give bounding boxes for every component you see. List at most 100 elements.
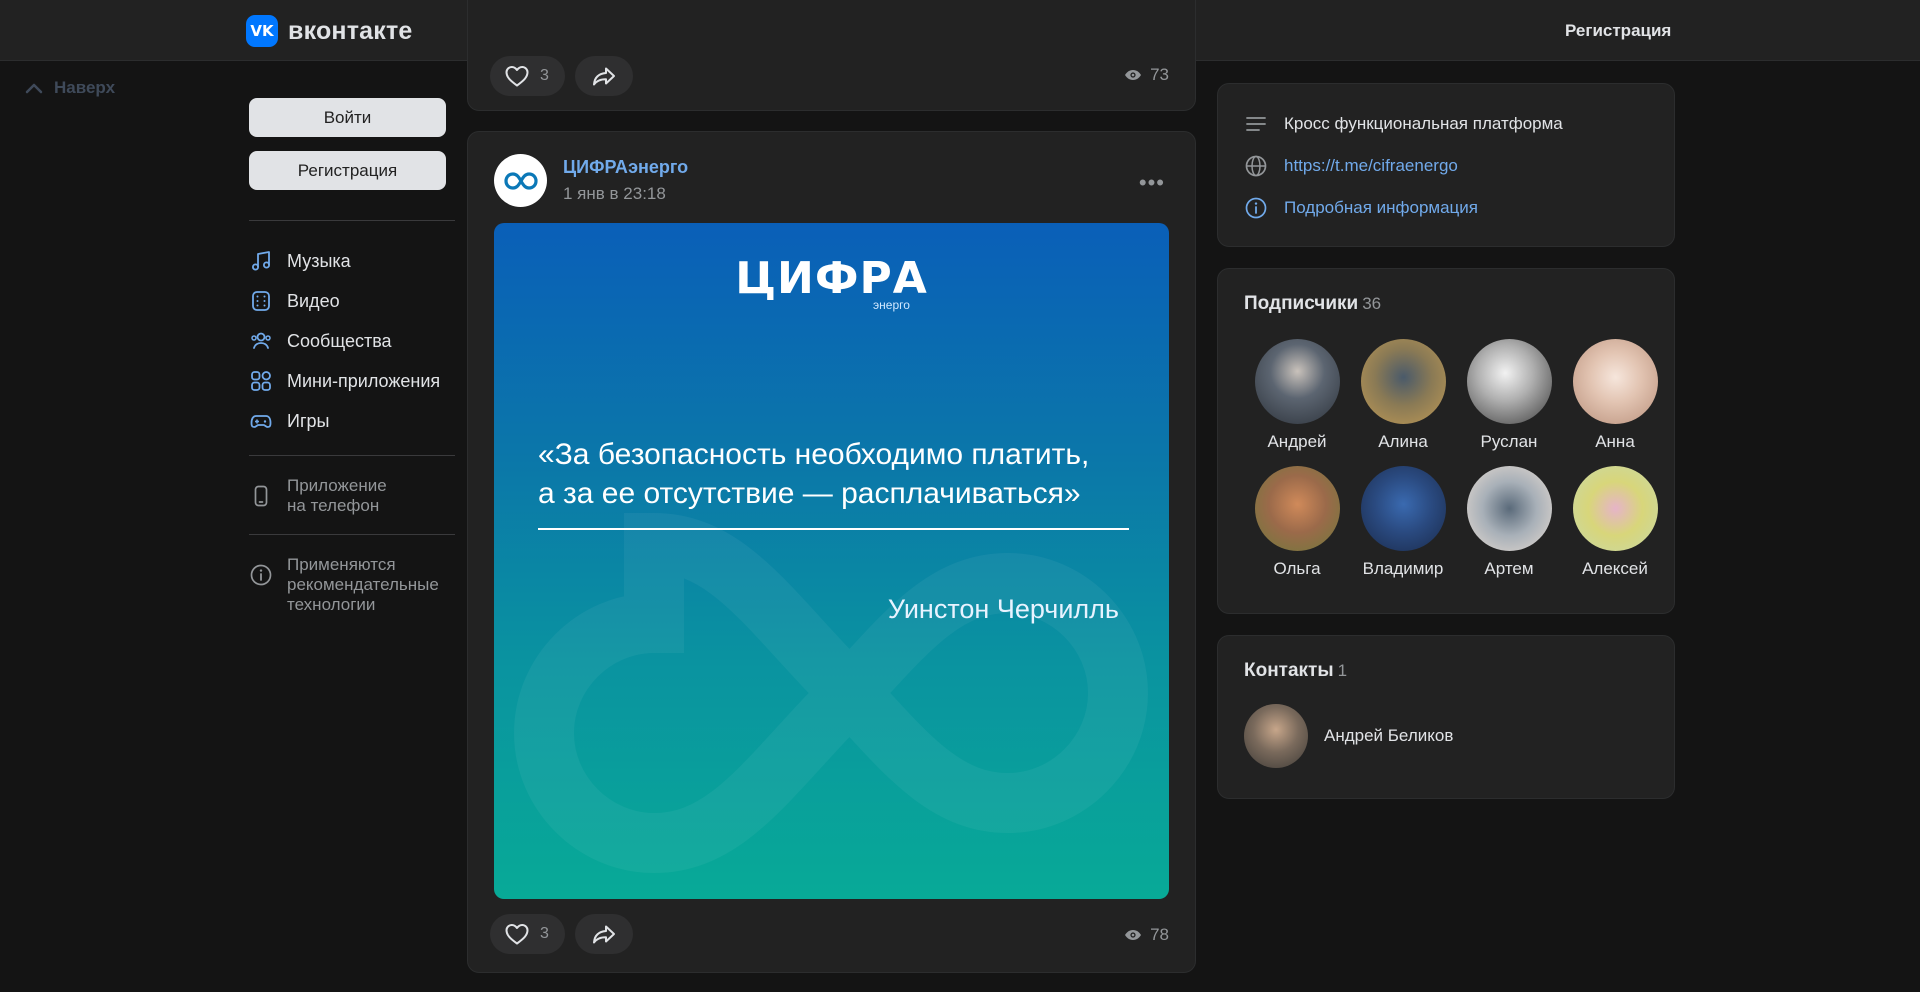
- image-quote: «За безопасность необходимо платить, а з…: [538, 435, 1138, 513]
- image-logo-subtext: энерго: [873, 298, 910, 312]
- heart-icon: [505, 66, 529, 87]
- sidebar-divider: [249, 534, 455, 535]
- group-description: Кросс функциональная платформа: [1284, 114, 1563, 133]
- contact-avatar[interactable]: [1244, 704, 1308, 768]
- sidebar-item-video[interactable]: Видео: [249, 281, 455, 321]
- share-icon: [592, 67, 615, 86]
- logo-text: вконтакте: [288, 16, 413, 45]
- view-count: 78: [1150, 925, 1169, 944]
- mobile-app-link[interactable]: Приложение на телефон: [249, 476, 455, 516]
- subscriber-avatar[interactable]: [1466, 339, 1552, 424]
- sidebar-item-label: Видео: [287, 290, 340, 311]
- group-info-card: Кросс функциональная платформа https://t…: [1217, 83, 1675, 247]
- group-description-row: Кросс функциональная платформа: [1244, 103, 1648, 145]
- heart-icon: [505, 924, 529, 945]
- sidebar-item-mini-apps[interactable]: Мини-приложения: [249, 361, 455, 401]
- contacts-count: 1: [1337, 661, 1348, 680]
- subscriber-item[interactable]: Алина: [1350, 339, 1456, 452]
- subscribers-card: Подписчики 36 Андрей Алина Руслан Анна Ол…: [1217, 268, 1675, 614]
- group-link-row[interactable]: https://t.me/cifraenergo: [1244, 145, 1648, 187]
- eye-icon: [1125, 70, 1142, 80]
- group-details-row[interactable]: Подробная информация: [1244, 187, 1648, 229]
- chevron-up-icon: [25, 83, 43, 94]
- left-sidebar: Войти Регистрация Музыка Видео Сообществ…: [249, 98, 455, 615]
- subscriber-avatar[interactable]: [1254, 466, 1340, 551]
- subscriber-item[interactable]: Андрей: [1244, 339, 1350, 452]
- group-website-link[interactable]: https://t.me/cifraenergo: [1284, 156, 1458, 176]
- share-icon: [592, 925, 615, 944]
- share-button[interactable]: [574, 914, 633, 954]
- subscriber-name: Андрей: [1267, 432, 1327, 451]
- contact-item[interactable]: Андрей Беликов: [1244, 704, 1648, 768]
- mini-apps-icon: [251, 371, 271, 391]
- contacts-header[interactable]: Контакты 1: [1244, 660, 1648, 682]
- games-icon: [250, 415, 272, 428]
- previous-post-card: 3 73: [467, 0, 1196, 111]
- author-avatar[interactable]: [494, 154, 547, 207]
- subscriber-item[interactable]: Артем: [1456, 466, 1562, 579]
- subscribers-grid: Андрей Алина Руслан Анна Ольга Владимир …: [1244, 339, 1658, 579]
- sidebar-divider: [249, 220, 455, 221]
- subscriber-avatar[interactable]: [1572, 339, 1658, 424]
- subscriber-avatar[interactable]: [1466, 466, 1552, 551]
- view-count: 73: [1150, 65, 1169, 84]
- subscriber-avatar[interactable]: [1360, 339, 1446, 424]
- like-button[interactable]: 3: [490, 914, 565, 954]
- sidebar-item-label: Сообщества: [287, 330, 392, 351]
- login-button[interactable]: Войти: [249, 98, 446, 137]
- subscriber-item[interactable]: Владимир: [1350, 466, 1456, 579]
- quote-line-1: «За безопасность необходимо платить,: [538, 438, 1090, 471]
- recommendation-tech-note[interactable]: Применяются рекомендательные технологии: [249, 555, 455, 615]
- sidebar-nav: Музыка Видео Сообщества Мини-приложения …: [249, 241, 455, 441]
- post-image[interactable]: ЦИФРА энерго «За безопасность необходимо…: [494, 223, 1169, 899]
- post-author[interactable]: ЦИФРАэнерго 1 янв в 23:18: [494, 154, 688, 207]
- view-counter: 78: [1124, 925, 1169, 945]
- image-brand-logo: ЦИФРА энерго: [494, 253, 1169, 312]
- subscriber-name: Артем: [1484, 559, 1534, 578]
- rec-note-line2: рекомендательные: [287, 575, 439, 594]
- subscribers-count: 36: [1362, 294, 1382, 313]
- group-details-link[interactable]: Подробная информация: [1284, 198, 1478, 218]
- subscriber-name: Алина: [1378, 432, 1428, 451]
- video-icon: [252, 291, 270, 311]
- subscribers-header[interactable]: Подписчики 36: [1244, 293, 1648, 315]
- previous-post-actions: 3: [490, 56, 633, 96]
- subscriber-item[interactable]: Анна: [1562, 339, 1668, 452]
- like-count: 3: [540, 925, 549, 942]
- eye-icon: [1125, 930, 1142, 940]
- subscriber-item[interactable]: Ольга: [1244, 466, 1350, 579]
- mobile-app-label-line2: на телефон: [287, 496, 380, 515]
- contacts-card: Контакты 1 Андрей Беликов: [1217, 635, 1675, 799]
- subscriber-item[interactable]: Руслан: [1456, 339, 1562, 452]
- communities-icon: [251, 332, 271, 349]
- register-button[interactable]: Регистрация: [249, 151, 446, 190]
- vk-logo[interactable]: VK вконтакте: [246, 15, 413, 47]
- post-card: ЦИФРАэнерго 1 янв в 23:18 ••• ЦИФРА энер…: [467, 131, 1196, 973]
- quote-divider: [538, 528, 1129, 530]
- rec-note-line3: технологии: [287, 595, 376, 614]
- scroll-to-top-link[interactable]: Наверх: [24, 78, 115, 98]
- like-button[interactable]: 3: [490, 56, 565, 96]
- contact-name[interactable]: Андрей Беликов: [1324, 726, 1453, 746]
- subscriber-name: Руслан: [1480, 432, 1538, 451]
- sidebar-item-communities[interactable]: Сообщества: [249, 321, 455, 361]
- image-logo-text: ЦИФРА: [735, 253, 928, 304]
- subscriber-avatar[interactable]: [1572, 466, 1658, 551]
- info-icon: [250, 564, 272, 586]
- subscribers-title: Подписчики: [1244, 293, 1359, 314]
- sidebar-item-label: Мини-приложения: [287, 370, 441, 391]
- contacts-title: Контакты: [1244, 660, 1334, 681]
- sidebar-item-games[interactable]: Игры: [249, 401, 455, 441]
- sidebar-item-label: Музыка: [287, 250, 351, 271]
- subscriber-item[interactable]: Алексей: [1562, 466, 1668, 579]
- post-more-button[interactable]: •••: [1139, 170, 1165, 196]
- post-date[interactable]: 1 янв в 23:18: [563, 184, 688, 204]
- subscriber-avatar[interactable]: [1360, 466, 1446, 551]
- sidebar-item-label: Игры: [287, 410, 330, 431]
- subscriber-avatar[interactable]: [1254, 339, 1340, 424]
- header-register-link[interactable]: Регистрация: [1565, 21, 1671, 41]
- vk-logo-icon: VK: [246, 15, 278, 47]
- share-button[interactable]: [574, 56, 633, 96]
- author-name-link[interactable]: ЦИФРАэнерго: [563, 157, 688, 178]
- sidebar-item-music[interactable]: Музыка: [249, 241, 455, 281]
